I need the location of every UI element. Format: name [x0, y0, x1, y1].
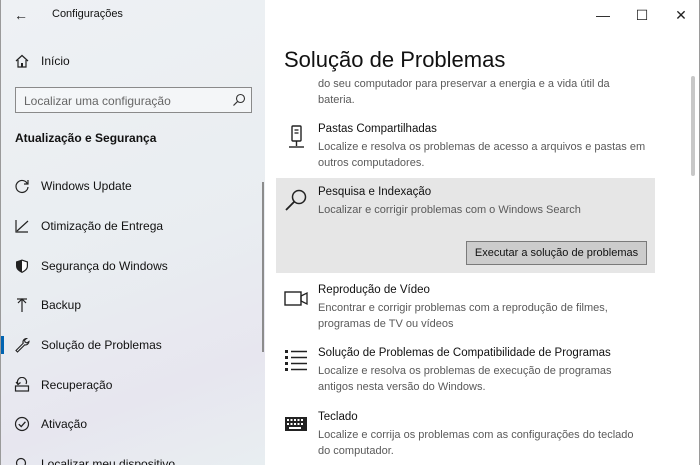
shared-folder-icon	[289, 125, 304, 148]
run-troubleshooter-button[interactable]: Executar a solução de problemas	[466, 241, 647, 265]
activation-check-icon	[14, 416, 30, 432]
sidebar-item-windows-update[interactable]: Windows Update	[1, 171, 266, 201]
main-panel: — ☐ ✕ Solução de Problemas do seu comput…	[265, 0, 700, 465]
troubleshooter-search-indexing[interactable]: Pesquisa e Indexação Localizar e corrigi…	[276, 186, 656, 226]
troubleshooter-description: Encontrar e corrigir problemas com a rep…	[318, 302, 608, 330]
maximize-button[interactable]: ☐	[630, 4, 654, 26]
back-button[interactable]: ←	[11, 6, 31, 24]
find-device-icon	[15, 457, 27, 465]
sidebar-item-label: Backup	[41, 298, 82, 312]
search-input[interactable]: Localizar uma configuração	[15, 87, 252, 113]
troubleshooter-name: Reprodução de Vídeo	[318, 284, 430, 296]
sidebar-item-home[interactable]: Início	[1, 50, 266, 72]
app-title: Configurações	[52, 8, 123, 20]
shield-icon	[16, 259, 28, 273]
sidebar-item-windows-security[interactable]: Segurança do Windows	[1, 251, 266, 281]
minimize-button[interactable]: —	[591, 4, 615, 26]
section-title: Atualização e Segurança	[15, 131, 157, 145]
troubleshooter-name: Solução de Problemas de Compatibilidade …	[318, 347, 611, 359]
backup-arrow-icon	[17, 298, 27, 312]
main-scrollbar[interactable]	[691, 76, 695, 176]
search-icon	[285, 189, 307, 211]
sidebar-item-label: Otimização de Entrega	[41, 219, 164, 233]
troubleshooter-name: Teclado	[318, 411, 358, 423]
troubleshooter-video-playback[interactable]: Reprodução de Vídeo Encontrar e corrigir…	[276, 284, 656, 332]
search-icon[interactable]	[232, 93, 246, 107]
sidebar-item-troubleshoot[interactable]: Solução de Problemas	[1, 330, 266, 360]
troubleshooter-keyboard[interactable]: Teclado Localize e corrija os problemas …	[276, 411, 656, 459]
keyboard-icon	[285, 417, 307, 431]
sidebar-item-label: Segurança do Windows	[41, 259, 168, 273]
wrench-icon	[15, 337, 30, 353]
sidebar-item-label: Início	[41, 54, 70, 68]
troubleshooter-description: Localize e resolva os problemas de execu…	[318, 365, 612, 393]
sidebar-item-label: Solução de Problemas	[41, 338, 162, 352]
close-button[interactable]: ✕	[669, 4, 693, 26]
troubleshooter-search-indexing-selected[interactable]: Pesquisa e Indexação Localizar e corrigi…	[276, 178, 655, 273]
troubleshooter-description: Localizar e corrigir problemas com o Win…	[318, 204, 581, 216]
page-title: Solução de Problemas	[284, 47, 506, 72]
title-bar-left: ← Configurações	[1, 0, 266, 30]
troubleshooter-description: Localize e corrija os problemas com as c…	[318, 429, 634, 457]
refresh-icon	[15, 179, 29, 194]
search-placeholder: Localizar uma configuração	[24, 94, 171, 108]
sidebar-item-label: Localizar meu dispositivo	[41, 457, 176, 465]
sidebar-item-activation[interactable]: Ativação	[1, 409, 266, 439]
troubleshooter-description: Localize e resolva os problemas de acess…	[318, 141, 646, 169]
troubleshooter-program-compatibility[interactable]: Solução de Problemas de Compatibilidade …	[276, 347, 656, 395]
sidebar-item-delivery-optimization[interactable]: Otimização de Entrega	[1, 211, 266, 241]
sidebar-item-label: Windows Update	[41, 179, 132, 193]
sidebar-item-find-device[interactable]: Localizar meu dispositivo	[1, 449, 266, 465]
video-camera-icon	[284, 291, 308, 306]
troubleshooter-shared-folders[interactable]: Pastas Compartilhadas Localize e resolva…	[276, 123, 656, 171]
list-icon	[285, 350, 307, 371]
sidebar-scrollbar[interactable]	[262, 182, 264, 352]
sidebar-item-backup[interactable]: Backup	[1, 290, 266, 320]
recovery-icon	[14, 377, 30, 392]
delivery-optimization-icon	[15, 220, 29, 233]
troubleshooter-name: Pastas Compartilhadas	[318, 123, 437, 135]
continued-description: do seu computador para preservar a energ…	[318, 78, 610, 106]
home-icon	[15, 54, 29, 68]
sidebar-item-recovery[interactable]: Recuperação	[1, 370, 266, 400]
sidebar-item-label: Recuperação	[41, 378, 113, 392]
troubleshooter-name: Pesquisa e Indexação	[318, 186, 432, 198]
sidebar: ← Configurações Início Localizar uma con…	[0, 0, 265, 465]
sidebar-item-label: Ativação	[41, 417, 88, 431]
